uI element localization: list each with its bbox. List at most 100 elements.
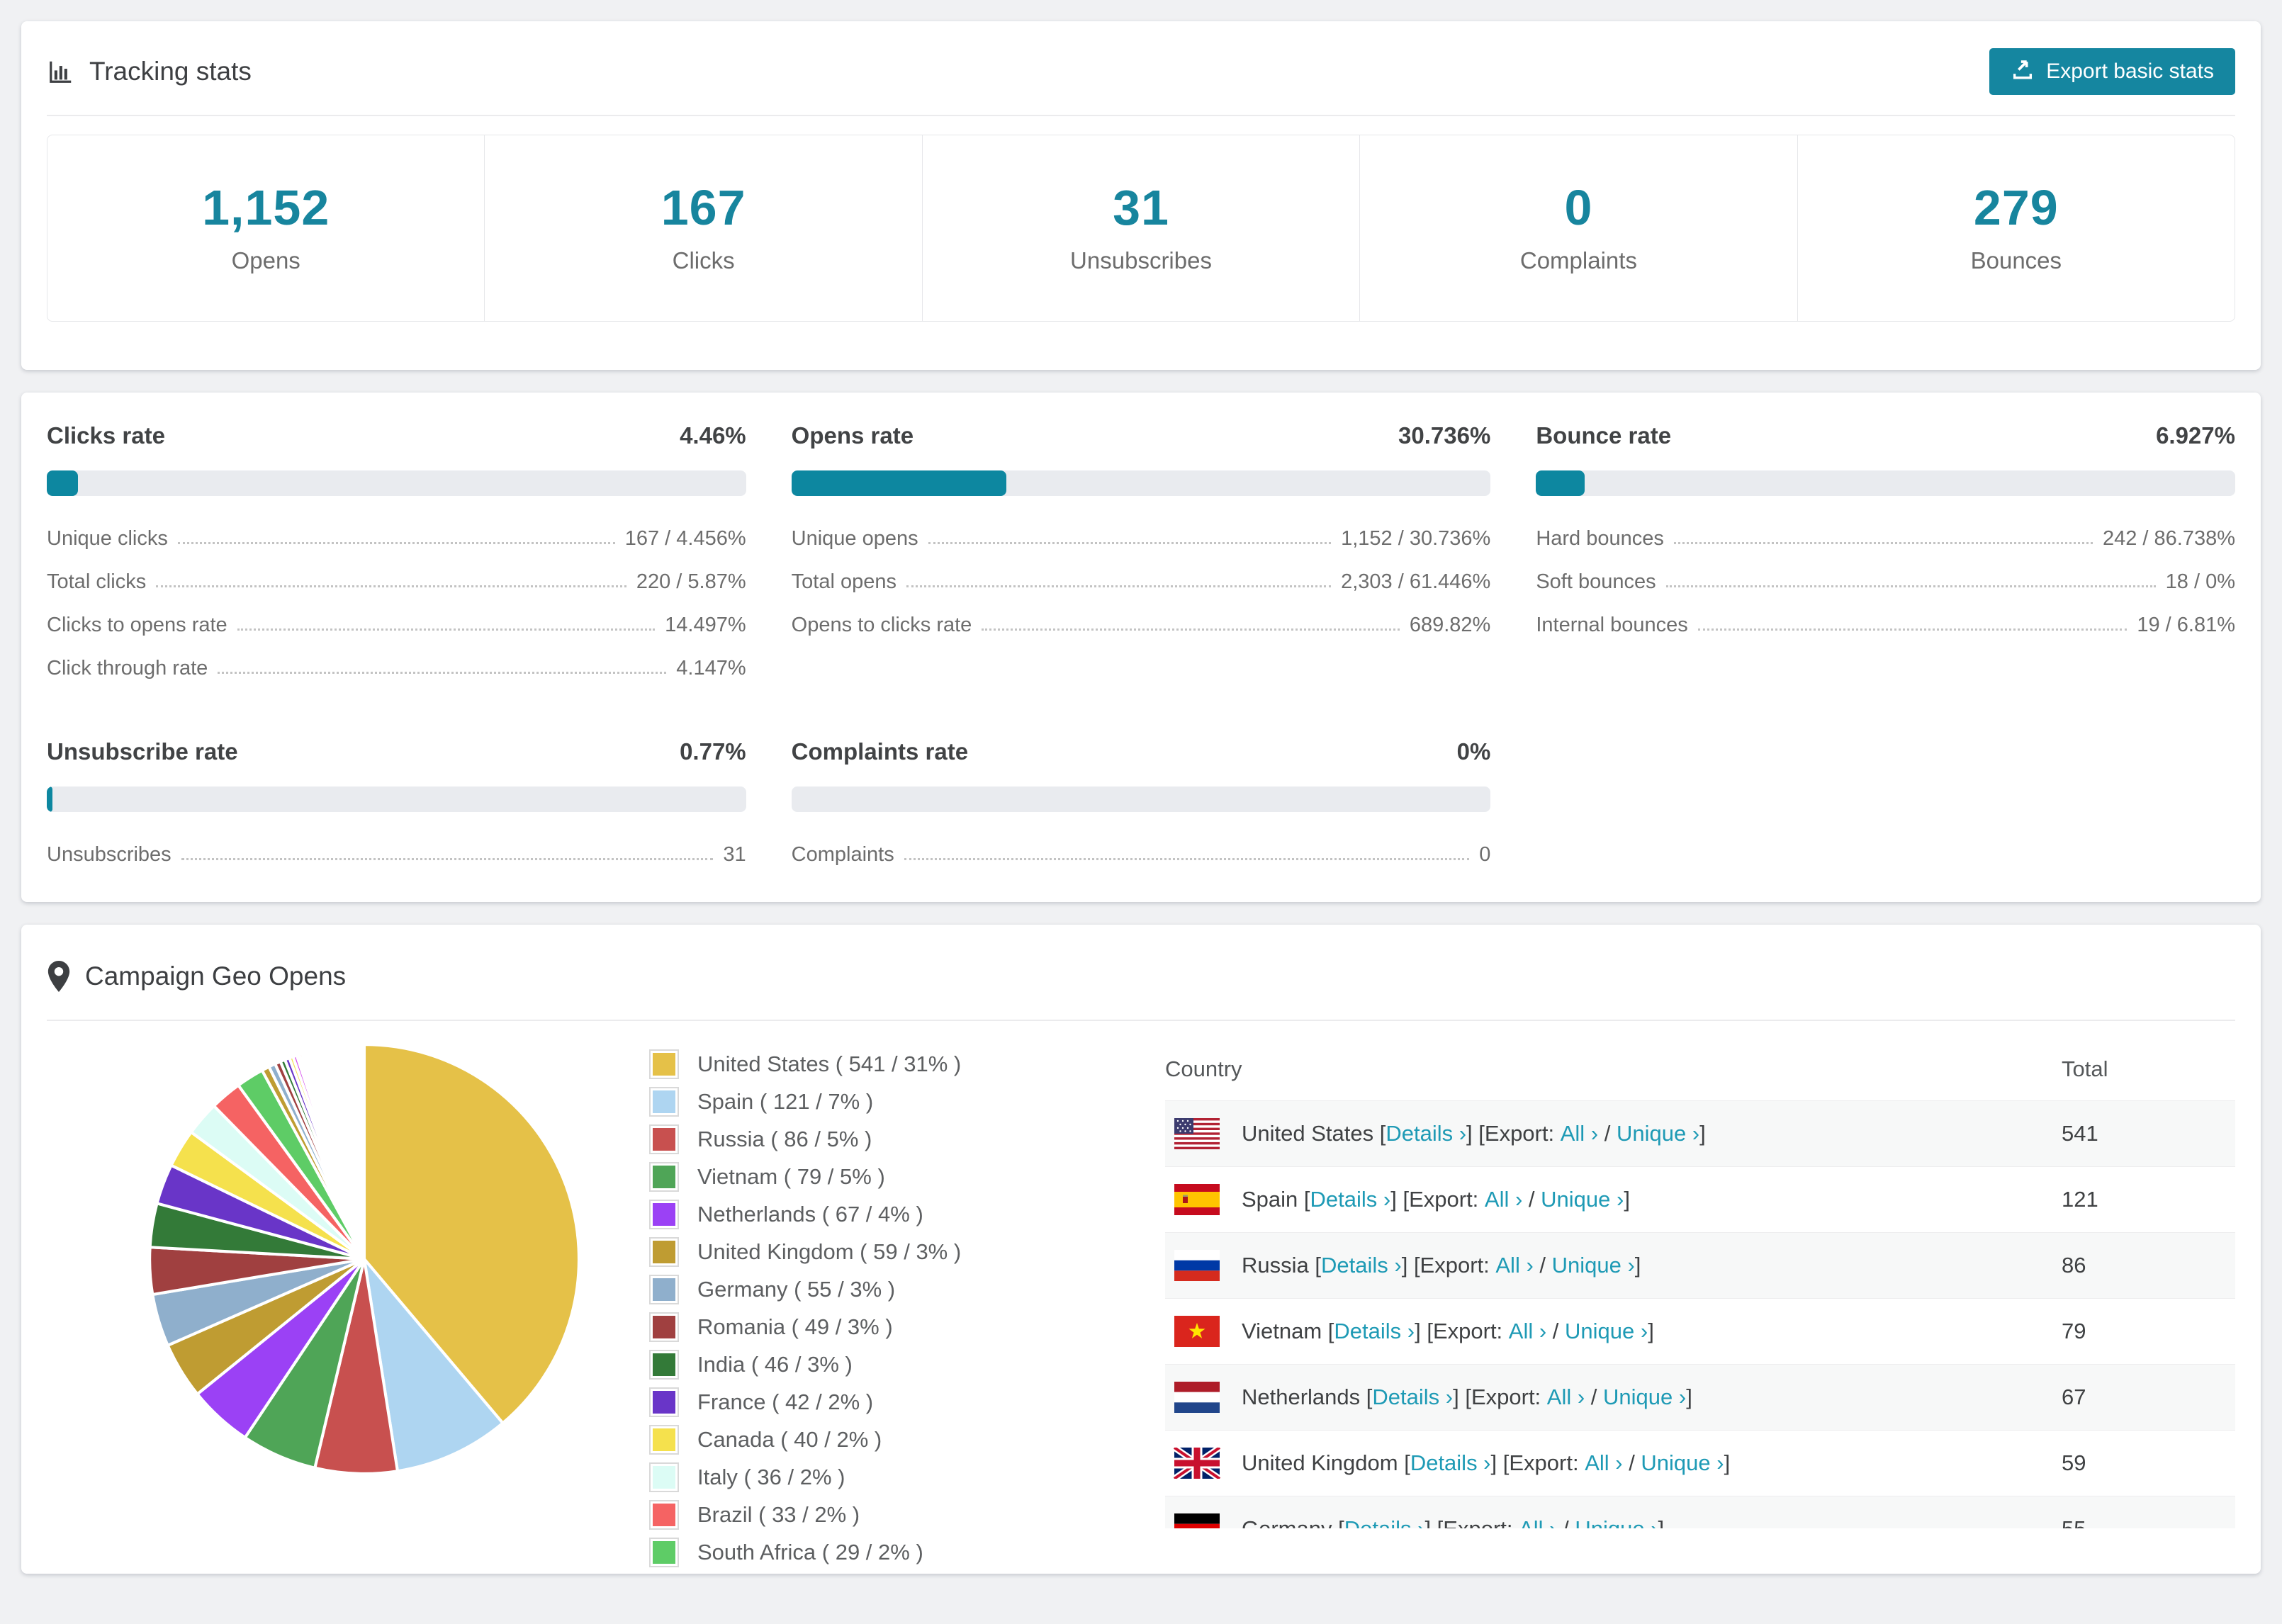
detail-label: Unsubscribes <box>47 843 172 866</box>
legend-swatch <box>649 1350 679 1380</box>
stat-value: 31 <box>1113 180 1169 235</box>
details-link[interactable]: Details › <box>1344 1516 1425 1528</box>
detail-value: 242 / 86.738% <box>2102 527 2235 550</box>
table-row: Netherlands [Details ›] [Export: All › /… <box>1165 1364 2235 1431</box>
detail-label: Unique clicks <box>47 527 168 550</box>
country-name: United States <box>1242 1121 1380 1146</box>
detail-value: 19 / 6.81% <box>2137 614 2235 636</box>
stat-cell: 0 Complaints <box>1359 135 1797 321</box>
legend-swatch <box>649 1087 679 1117</box>
country-cell-td: Spain [Details ›] [Export: All › / Uniqu… <box>1165 1166 2062 1233</box>
legend-item: Spain ( 121 / 7% ) <box>649 1087 989 1117</box>
link-punctuation: / <box>1533 1253 1552 1278</box>
legend-swatch <box>649 1124 679 1154</box>
country-flag-icon-es <box>1174 1184 1220 1215</box>
legend-label: United Kingdom ( 59 / 3% ) <box>697 1239 962 1264</box>
rate-head: Complaints rate 0% <box>792 738 1491 765</box>
link-punctuation: [ <box>1379 1121 1386 1146</box>
total-cell: 541 <box>2062 1100 2235 1167</box>
country-flag-icon-us <box>1174 1118 1220 1149</box>
details-link[interactable]: Details › <box>1310 1187 1391 1212</box>
rate-value: 4.46% <box>680 422 746 449</box>
rate-detail-row: Click through rate 4.147% <box>47 657 746 680</box>
page-title: Tracking stats <box>89 57 252 86</box>
export-unique-link[interactable]: Unique › <box>1641 1450 1724 1476</box>
link-punctuation: / <box>1546 1319 1566 1343</box>
table-row: Vietnam [Details ›] [Export: All › / Uni… <box>1165 1298 2235 1365</box>
country-cell: Spain [Details ›] [Export: All › / Uniqu… <box>1165 1184 2062 1215</box>
legend-swatch <box>649 1538 679 1567</box>
link-punctuation: [Export: <box>1427 1319 1509 1343</box>
progress-fill <box>791 470 1006 496</box>
details-link[interactable]: Details › <box>1321 1253 1402 1278</box>
detail-leader <box>181 858 714 860</box>
stat-label: Bounces <box>1970 247 2062 274</box>
table-row: Germany [Details ›] [Export: All › / Uni… <box>1165 1496 2235 1528</box>
detail-leader <box>982 628 1400 631</box>
pie-chart-svg <box>148 1042 580 1475</box>
map-marker-icon <box>47 961 71 992</box>
link-punctuation: [ <box>1327 1319 1334 1343</box>
details-link[interactable]: Details › <box>1410 1450 1491 1476</box>
country-flag-icon-gb <box>1174 1448 1220 1479</box>
details-link[interactable]: Details › <box>1386 1121 1466 1146</box>
stats-strip: 1,152 Opens 167 Clicks 31 Unsubscribes 0 Compla… <box>47 135 2235 322</box>
rate-title: Opens rate <box>791 422 914 449</box>
legend-swatch <box>649 1312 679 1342</box>
details-link[interactable]: Details › <box>1372 1385 1453 1410</box>
detail-label: Opens to clicks rate <box>791 614 972 636</box>
geo-table-container: Country Total United States [Details ›] … <box>1165 1039 2235 1528</box>
stat-value: 167 <box>661 180 746 235</box>
export-basic-stats-button[interactable]: Export basic stats <box>1989 48 2235 95</box>
stat-label: Unsubscribes <box>1070 247 1212 274</box>
export-all-link[interactable]: All › <box>1547 1385 1585 1410</box>
legend-item: India ( 46 / 3% ) <box>649 1350 989 1380</box>
legend-item: Italy ( 36 / 2% ) <box>649 1462 989 1492</box>
stat-value: 0 <box>1564 180 1593 235</box>
export-unique-link[interactable]: Unique › <box>1617 1121 1699 1146</box>
details-link[interactable]: Details › <box>1334 1319 1415 1344</box>
rate-details: Unsubscribes 31 <box>47 843 746 867</box>
link-punctuation: ] <box>1415 1319 1427 1343</box>
link-punctuation: / <box>1598 1121 1617 1146</box>
export-all-link[interactable]: All › <box>1561 1121 1598 1146</box>
rate-block: Unsubscribe rate 0.77% Unsubscribes 31 <box>47 738 746 867</box>
legend-label: India ( 46 / 3% ) <box>697 1352 853 1377</box>
progress-fill <box>47 786 52 812</box>
detail-value: 167 / 4.456% <box>624 527 746 550</box>
legend-item: France ( 42 / 2% ) <box>649 1387 989 1417</box>
legend-label: United States ( 541 / 31% ) <box>697 1051 962 1076</box>
rate-value: 0.77% <box>680 738 746 765</box>
export-all-link[interactable]: All › <box>1585 1450 1622 1476</box>
export-all-link[interactable]: All › <box>1519 1516 1556 1528</box>
rate-detail-row: Total clicks 220 / 5.87% <box>47 570 746 594</box>
rate-details: Unique clicks 167 / 4.456% Total clicks 220… <box>47 527 746 680</box>
export-unique-link[interactable]: Unique › <box>1603 1385 1686 1410</box>
link-punctuation: ] <box>1401 1253 1414 1278</box>
export-unique-link[interactable]: Unique › <box>1565 1319 1648 1344</box>
export-button-label: Export basic stats <box>2046 60 2214 83</box>
detail-leader <box>177 542 615 544</box>
link-punctuation: [ <box>1366 1385 1373 1409</box>
legend-label: Italy ( 36 / 2% ) <box>697 1465 845 1489</box>
country-cell: Netherlands [Details ›] [Export: All › /… <box>1165 1382 2062 1413</box>
export-unique-link[interactable]: Unique › <box>1575 1516 1658 1528</box>
detail-leader <box>156 585 626 587</box>
stat-cell: 1,152 Opens <box>47 135 484 321</box>
link-punctuation: ] <box>1453 1385 1466 1409</box>
export-all-link[interactable]: All › <box>1495 1253 1533 1278</box>
geo-table: Country Total United States [Details ›] … <box>1165 1039 2235 1528</box>
export-unique-link[interactable]: Unique › <box>1552 1253 1635 1278</box>
country-name: Vietnam <box>1242 1319 1328 1343</box>
export-all-link[interactable]: All › <box>1485 1187 1522 1212</box>
tracking-stats-header: Tracking stats Export basic stats <box>47 41 2235 102</box>
link-punctuation: [ <box>1303 1187 1310 1212</box>
export-all-link[interactable]: All › <box>1509 1319 1546 1344</box>
rate-detail-row: Unique opens 1,152 / 30.736% <box>792 527 1491 551</box>
stat-value: 279 <box>1973 180 2059 235</box>
export-unique-link[interactable]: Unique › <box>1541 1187 1624 1212</box>
legend-swatch <box>649 1462 679 1492</box>
detail-value: 220 / 5.87% <box>636 570 746 593</box>
country-cell: United States [Details ›] [Export: All ›… <box>1165 1118 2062 1149</box>
detail-label: Hard bounces <box>1536 527 1664 550</box>
